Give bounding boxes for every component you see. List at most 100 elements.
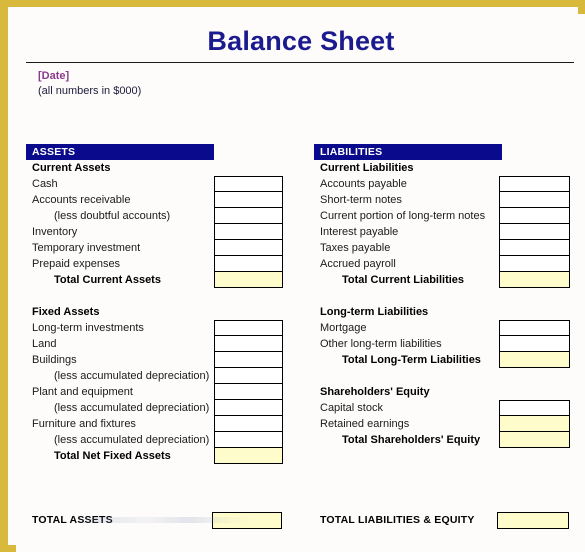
ledger-value-input[interactable]: [214, 240, 283, 256]
ledger-row: Temporary investment: [26, 240, 296, 256]
ledger-value-input[interactable]: [499, 192, 570, 208]
ledger-row-label: Accounts payable: [320, 178, 407, 190]
ledger-value-input[interactable]: [499, 240, 570, 256]
ledger-value-input[interactable]: [499, 256, 570, 272]
ledger-value-input[interactable]: [499, 416, 570, 432]
ledger-row: Accounts receivable: [26, 192, 296, 208]
total-assets-input[interactable]: [212, 512, 282, 529]
total-liabilities-equity-label: TOTAL LIABILITIES & EQUITY: [320, 514, 475, 526]
ledger-row: Current portion of long-term notes: [314, 208, 579, 224]
ledger-value-input[interactable]: [499, 176, 570, 192]
ledger-row-label: (less accumulated depreciation): [54, 434, 210, 446]
ledger-value-input[interactable]: [214, 384, 283, 400]
group-heading-label: Long-term Liabilities: [320, 306, 429, 318]
ledger-row: Short-term notes: [314, 192, 579, 208]
ledger-value-input[interactable]: [214, 448, 283, 464]
ledger-row-label: Taxes payable: [320, 242, 391, 254]
ledger-row-label: Total Current Assets: [54, 274, 161, 286]
ledger-row-label: Total Long-Term Liabilities: [342, 354, 481, 366]
grand-total-row: TOTAL ASSETS TOTAL LIABILITIES & EQUITY: [16, 512, 585, 529]
total-liabilities-equity-input[interactable]: [497, 512, 569, 529]
ledger-row: Accrued payroll: [314, 256, 579, 272]
ledger-row: (less accumulated depreciation): [26, 400, 296, 416]
ledger-row-label: Temporary investment: [32, 242, 141, 254]
ledger-row-label: Other long-term liabilities: [320, 338, 442, 350]
ledger-row-label: Prepaid expenses: [32, 258, 121, 270]
title-divider: [26, 62, 574, 63]
ledger-value-input[interactable]: [499, 208, 570, 224]
liabilities-column: LIABILITIES Current Liabilities Accounts …: [314, 144, 579, 448]
ledger-row-label: Furniture and fixtures: [32, 418, 136, 430]
ledger-row-label: Land: [32, 338, 57, 350]
assets-groups: Current Assets Cash Accounts receivable (le…: [26, 160, 296, 464]
ledger-value-input[interactable]: [499, 272, 570, 288]
ledger-row-label: Total Shareholders' Equity: [342, 434, 481, 446]
group-heading-label: Fixed Assets: [32, 306, 100, 318]
ledger-row: Prepaid expenses: [26, 256, 296, 272]
ledger-row: (less doubtful accounts): [26, 208, 296, 224]
ledger-row: (less accumulated depreciation): [26, 432, 296, 448]
ledger-row: Capital stock: [314, 400, 579, 416]
page-title: Balance Sheet: [207, 26, 395, 56]
ledger-value-input[interactable]: [214, 256, 283, 272]
ledger-value-input[interactable]: [214, 224, 283, 240]
page-body: Balance Sheet [Date] (all numbers in $00…: [16, 14, 585, 552]
ledger-row-label: Interest payable: [320, 226, 399, 238]
ledger-row: Inventory: [26, 224, 296, 240]
ledger-row: Plant and equipment: [26, 384, 296, 400]
ledger-value-input[interactable]: [214, 416, 283, 432]
ledger-row: Cash: [26, 176, 296, 192]
liabilities-section-header: LIABILITIES: [314, 144, 502, 160]
ledger-row-label: (less accumulated depreciation): [54, 402, 210, 414]
liabilities-groups: Current Liabilities Accounts payable Short…: [314, 160, 579, 448]
ledger-row: Total Current Liabilities: [314, 272, 579, 288]
group-heading-label: Shareholders' Equity: [320, 386, 430, 398]
date-field[interactable]: [Date]: [38, 70, 69, 82]
ledger-value-input[interactable]: [499, 336, 570, 352]
assets-section-header: ASSETS: [26, 144, 214, 160]
ledger-row-label: Cash: [32, 178, 58, 190]
ledger-value-input[interactable]: [214, 400, 283, 416]
ledger-value-input[interactable]: [214, 320, 283, 336]
ledger-row: (less accumulated depreciation): [26, 368, 296, 384]
ledger-row: Total Net Fixed Assets: [26, 448, 296, 464]
ledger-value-input[interactable]: [214, 272, 283, 288]
ledger-row-label: Inventory: [32, 226, 78, 238]
ledger-value-input[interactable]: [499, 432, 570, 448]
group-heading-label: Current Assets: [32, 162, 111, 174]
ledger-row: Total Long-Term Liabilities: [314, 352, 579, 368]
ledger-value-input[interactable]: [214, 368, 283, 384]
group-heading-row: Shareholders' Equity: [314, 384, 579, 400]
page-frame: Balance Sheet [Date] (all numbers in $00…: [0, 0, 585, 552]
ledger-value-input[interactable]: [214, 432, 283, 448]
ledger-row-label: Total Current Liabilities: [342, 274, 465, 286]
ledger-value-input[interactable]: [499, 224, 570, 240]
ledger-row: Land: [26, 336, 296, 352]
ledger-row-label: (less doubtful accounts): [54, 210, 171, 222]
ledger-row-label: (less accumulated depreciation): [54, 370, 210, 382]
assets-column: ASSETS Current Assets Cash Accounts receiv…: [26, 144, 296, 464]
ledger-row-label: Plant and equipment: [32, 386, 133, 398]
ledger-value-input[interactable]: [499, 320, 570, 336]
ledger-row: Other long-term liabilities: [314, 336, 579, 352]
group-heading-row: Current Assets: [26, 160, 296, 176]
ledger-row: Long-term investments: [26, 320, 296, 336]
total-assets-label: TOTAL ASSETS: [32, 514, 113, 526]
ledger-row: Interest payable: [314, 224, 579, 240]
ledger-value-input[interactable]: [214, 336, 283, 352]
ledger-row: Mortgage: [314, 320, 579, 336]
ledger-value-input[interactable]: [214, 352, 283, 368]
ledger-value-input[interactable]: [214, 192, 283, 208]
ledger-row-label: Short-term notes: [320, 194, 402, 206]
ledger-row-label: Current portion of long-term notes: [320, 210, 486, 222]
ledger-value-input[interactable]: [499, 400, 570, 416]
ledger-row: Accounts payable: [314, 176, 579, 192]
ledger-value-input[interactable]: [214, 176, 283, 192]
ledger-value-input[interactable]: [214, 208, 283, 224]
ledger-row: Total Current Assets: [26, 272, 296, 288]
ledger-value-input[interactable]: [499, 352, 570, 368]
ledger-row: Taxes payable: [314, 240, 579, 256]
